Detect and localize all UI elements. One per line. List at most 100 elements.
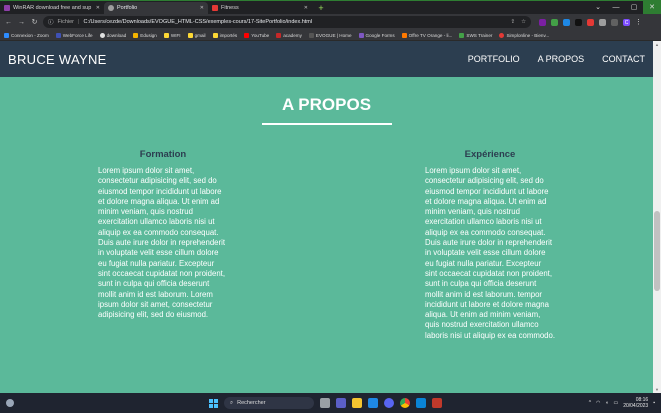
reload-icon[interactable]: ↻ xyxy=(30,18,39,26)
tab-close-icon[interactable]: ✕ xyxy=(304,5,308,11)
bookmark-webforce[interactable]: WebForce Life xyxy=(55,32,93,38)
bookmark-youtube[interactable]: YouTube xyxy=(244,32,270,38)
bookmark-google-forms[interactable]: Google Forms xyxy=(358,32,395,38)
discord-icon[interactable] xyxy=(384,398,394,408)
bookmark-evogue[interactable]: EVOGUE | Home xyxy=(308,32,352,38)
bookmark-wifi[interactable]: WIFI xyxy=(163,32,181,38)
title-underline xyxy=(261,123,392,125)
bookmark-label: Simplonline - Bienv... xyxy=(506,32,550,38)
address-separator: | xyxy=(78,19,80,25)
page-scrollbar[interactable]: ▲ ▼ xyxy=(653,41,661,393)
bookmark-simplon[interactable]: Simplonline - Bienv... xyxy=(499,32,550,38)
mail-icon[interactable] xyxy=(368,398,378,408)
chrome-icon[interactable] xyxy=(400,398,410,408)
bookmark-label: Google Forms xyxy=(365,32,395,38)
bookmark-label: download xyxy=(106,32,127,38)
profile-avatar[interactable]: C xyxy=(623,18,630,26)
bookmark-importes[interactable]: importés xyxy=(212,32,238,38)
minimize-icon[interactable]: — xyxy=(607,0,625,14)
tab-close-icon[interactable]: ✕ xyxy=(96,5,100,11)
bookmark-sws[interactable]: SWS Trainer xyxy=(459,32,493,38)
zoom-icon xyxy=(4,32,9,38)
new-tab-plus-icon[interactable]: + xyxy=(316,3,326,13)
bookmark-label: importés xyxy=(219,32,238,38)
taskbar-search[interactable]: ⌕ Rechercher xyxy=(224,397,314,409)
browser-tab-strip: WinRAR download free and sup ✕ Portfolio… xyxy=(0,0,661,14)
tab-fitness[interactable]: Fitness ✕ xyxy=(208,2,312,14)
extension-green-icon[interactable] xyxy=(551,18,558,26)
scroll-up-icon[interactable]: ▲ xyxy=(653,42,661,47)
taskbar-search-placeholder: Rechercher xyxy=(237,400,266,406)
winrar-favicon-icon xyxy=(4,5,10,11)
address-url[interactable]: C:/Users/cezde/Downloads/EVOGUE_HTML-CSS… xyxy=(83,19,506,25)
extension-blue-icon[interactable] xyxy=(563,18,570,26)
tray-chevron-icon[interactable]: ^ xyxy=(589,400,591,406)
vscode-icon[interactable] xyxy=(416,398,426,408)
bookmark-academy[interactable]: academy xyxy=(276,32,302,38)
bookmark-label: WebForce Life xyxy=(62,32,93,38)
bookmark-edusign[interactable]: Edusign xyxy=(133,32,157,38)
bookmark-orange[interactable]: Offre TV Orange - li... xyxy=(401,32,452,38)
about-columns: Formation Lorem ipsum dolor sit amet, co… xyxy=(0,149,653,341)
page-viewport: BRUCE WAYNE PORTFOLIO A PROPOS CONTACT A… xyxy=(0,41,653,393)
tab-label: WinRAR download free and sup xyxy=(13,5,92,11)
omnibox-actions: ⇪ ☆ xyxy=(510,19,526,25)
battery-icon[interactable]: ▭ xyxy=(613,400,618,406)
bookmark-label: Edusign xyxy=(140,32,157,38)
close-window-icon[interactable]: ✕ xyxy=(643,0,661,14)
bookmark-star-icon[interactable]: ☆ xyxy=(521,19,526,25)
tab-winrar[interactable]: WinRAR download free and sup ✕ xyxy=(0,2,104,14)
bookmark-label: EVOGUE | Home xyxy=(315,32,352,38)
app-icon[interactable] xyxy=(432,398,442,408)
scroll-down-icon[interactable]: ▼ xyxy=(653,387,661,392)
taskbar-center: ⌕ Rechercher xyxy=(209,393,442,413)
bookmark-gmail[interactable]: gmail xyxy=(187,32,206,38)
orange-icon xyxy=(401,32,407,38)
bookmark-download[interactable]: download xyxy=(99,32,127,38)
tab-close-icon[interactable]: ✕ xyxy=(200,5,204,11)
formation-heading: Formation xyxy=(139,149,187,160)
system-tray: ^ ◠ ◖ ▭ 08:16 20/04/2023 ▪ xyxy=(589,393,655,413)
search-icon: ⌕ xyxy=(230,399,234,406)
wifi-icon[interactable]: ◠ xyxy=(596,400,600,406)
bookmark-label: gmail xyxy=(194,32,206,38)
extension-red-icon[interactable] xyxy=(587,18,594,26)
scrollbar-thumb[interactable] xyxy=(654,211,660,291)
address-bar[interactable]: ⓘ Fichier | C:/Users/cezde/Downloads/EVO… xyxy=(43,16,531,28)
address-prefix: Fichier xyxy=(57,19,75,25)
site-menu: PORTFOLIO A PROPOS CONTACT xyxy=(468,54,645,64)
webforce-icon xyxy=(55,32,61,38)
folder-icon xyxy=(133,32,139,38)
file-explorer-icon[interactable] xyxy=(352,398,362,408)
dropdown-chevron-icon[interactable]: ⌄ xyxy=(589,0,607,14)
weather-icon[interactable] xyxy=(6,399,14,407)
windows-start-icon[interactable] xyxy=(209,398,218,408)
extension-purple-icon[interactable] xyxy=(539,18,546,26)
volume-icon[interactable]: ◖ xyxy=(605,400,608,406)
bookmark-zoom[interactable]: Connexion - Zoom xyxy=(4,32,49,38)
menu-link-portfolio[interactable]: PORTFOLIO xyxy=(468,54,520,64)
info-icon[interactable]: ⓘ xyxy=(48,18,54,26)
clock[interactable]: 08:16 20/04/2023 xyxy=(623,397,648,410)
forward-arrow-icon[interactable]: → xyxy=(17,19,26,26)
experience-column: Expérience Lorem ipsum dolor sit amet, c… xyxy=(425,149,555,341)
menu-link-contact[interactable]: CONTACT xyxy=(602,54,645,64)
back-arrow-icon[interactable]: ← xyxy=(4,19,13,26)
share-icon[interactable]: ⇪ xyxy=(510,19,515,25)
window-accent-line xyxy=(0,0,661,1)
task-view-icon[interactable] xyxy=(320,398,330,408)
tab-portfolio[interactable]: Portfolio ✕ xyxy=(104,2,208,14)
globe-icon xyxy=(99,32,105,38)
bookmark-label: YouTube xyxy=(251,32,270,38)
menu-kebab-icon[interactable]: ⋮ xyxy=(635,19,642,26)
site-brand[interactable]: BRUCE WAYNE xyxy=(8,52,107,67)
notification-icon[interactable]: ▪ xyxy=(653,400,655,406)
clock-date: 20/04/2023 xyxy=(623,403,649,409)
maximize-icon[interactable]: ▢ xyxy=(625,0,643,14)
menu-link-a-propos[interactable]: A PROPOS xyxy=(538,54,585,64)
extension-puzzle-icon[interactable] xyxy=(599,18,606,26)
bookmark-label: SWS Trainer xyxy=(466,32,493,38)
extension-black-icon[interactable] xyxy=(575,18,582,26)
side-panel-icon[interactable] xyxy=(611,18,618,26)
teams-icon[interactable] xyxy=(336,398,346,408)
